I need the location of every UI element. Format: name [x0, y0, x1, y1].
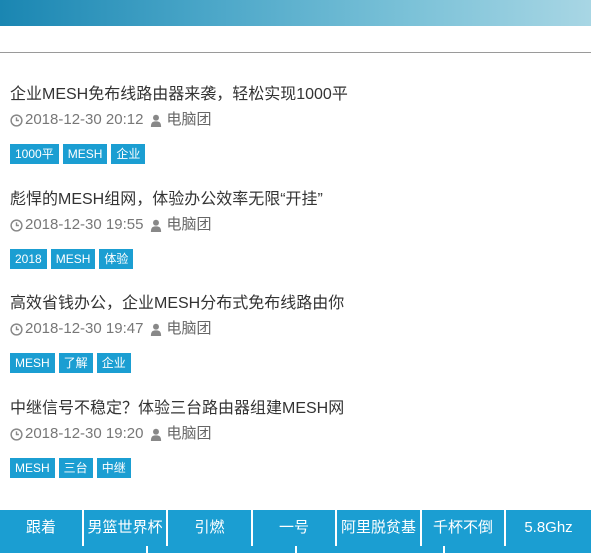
- tag-link[interactable]: 了解: [58, 353, 93, 373]
- tag-link[interactable]: 2018: [10, 249, 47, 269]
- article-meta: 2018-12-30 19:20 电脑团: [10, 423, 580, 445]
- article-date: 2018-12-30 20:12: [25, 111, 144, 128]
- tag-link[interactable]: MESH: [10, 353, 55, 373]
- hot-keyword-bar-second-row: [0, 546, 591, 553]
- article-tags: 2018 MESH 体验: [10, 249, 580, 269]
- tag-link[interactable]: 三台: [58, 458, 93, 478]
- tag-link[interactable]: MESH: [62, 144, 108, 164]
- tag-link[interactable]: 企业: [96, 353, 131, 373]
- user-icon: [151, 323, 162, 336]
- top-banner: [0, 0, 591, 26]
- article-author[interactable]: 电脑团: [166, 423, 211, 445]
- user-icon: [151, 428, 162, 441]
- tag-link[interactable]: 企业: [111, 144, 146, 164]
- user-icon: [151, 219, 162, 232]
- hot-keyword-link[interactable]: 5.8Ghz: [506, 510, 591, 546]
- article-author[interactable]: 电脑团: [166, 109, 211, 131]
- hot-keyword-link[interactable]: [296, 546, 443, 553]
- article-author[interactable]: 电脑团: [166, 214, 211, 236]
- article-title[interactable]: 中继信号不稳定？体验三台路由器组建MESH网: [10, 397, 580, 421]
- article-author[interactable]: 电脑团: [166, 318, 211, 340]
- article-date: 2018-12-30 19:55: [25, 216, 144, 233]
- clock-icon: [10, 218, 23, 232]
- tag-link[interactable]: 中继: [96, 458, 131, 478]
- article-meta: 2018-12-30 20:12 电脑团: [10, 109, 580, 131]
- hot-keyword-link[interactable]: 阿里脱贫基: [337, 510, 420, 546]
- tag-link[interactable]: MESH: [50, 249, 96, 269]
- article-item: 企业MESH免布线路由器来袭，轻松实现1000平 2018-12-30 20:1…: [10, 83, 580, 164]
- article-title[interactable]: 彪悍的MESH组网，体验办公效率无限“开挂”: [10, 188, 580, 212]
- article-date: 2018-12-30 19:20: [25, 425, 144, 442]
- article-title[interactable]: 高效省钱办公，企业MESH分布式免布线路由你: [10, 292, 580, 316]
- hot-keyword-link[interactable]: [0, 546, 147, 553]
- article-meta: 2018-12-30 19:47 电脑团: [10, 318, 580, 340]
- section-divider: [0, 52, 591, 53]
- article-item: 彪悍的MESH组网，体验办公效率无限“开挂” 2018-12-30 19:55 …: [10, 188, 580, 269]
- clock-icon: [10, 427, 23, 441]
- hot-keyword-link[interactable]: 一号: [253, 510, 335, 546]
- hot-keyword-link[interactable]: 千杯不倒: [422, 510, 504, 546]
- tag-link[interactable]: 1000平: [10, 144, 59, 164]
- article-date: 2018-12-30 19:47: [25, 320, 144, 337]
- tag-link[interactable]: MESH: [10, 458, 55, 478]
- hot-keyword-link[interactable]: 引燃: [168, 510, 251, 546]
- article-meta: 2018-12-30 19:55 电脑团: [10, 214, 580, 236]
- article-title[interactable]: 企业MESH免布线路由器来袭，轻松实现1000平: [10, 83, 580, 107]
- user-icon: [151, 114, 162, 127]
- clock-icon: [10, 322, 23, 336]
- hot-keyword-link[interactable]: 跟着: [0, 510, 82, 546]
- hot-keyword-link[interactable]: [148, 546, 295, 553]
- article-item: 高效省钱办公，企业MESH分布式免布线路由你 2018-12-30 19:47 …: [10, 292, 580, 373]
- hot-keyword-link[interactable]: 男篮世界杯: [84, 510, 166, 546]
- article-tags: 1000平 MESH 企业: [10, 144, 580, 164]
- tag-link[interactable]: 体验: [99, 249, 134, 269]
- clock-icon: [10, 113, 23, 127]
- article-tags: MESH 三台 中继: [10, 458, 580, 478]
- article-tags: MESH 了解 企业: [10, 353, 580, 373]
- hot-keyword-link[interactable]: [444, 546, 591, 553]
- article-item: 中继信号不稳定？体验三台路由器组建MESH网 2018-12-30 19:20 …: [10, 397, 580, 478]
